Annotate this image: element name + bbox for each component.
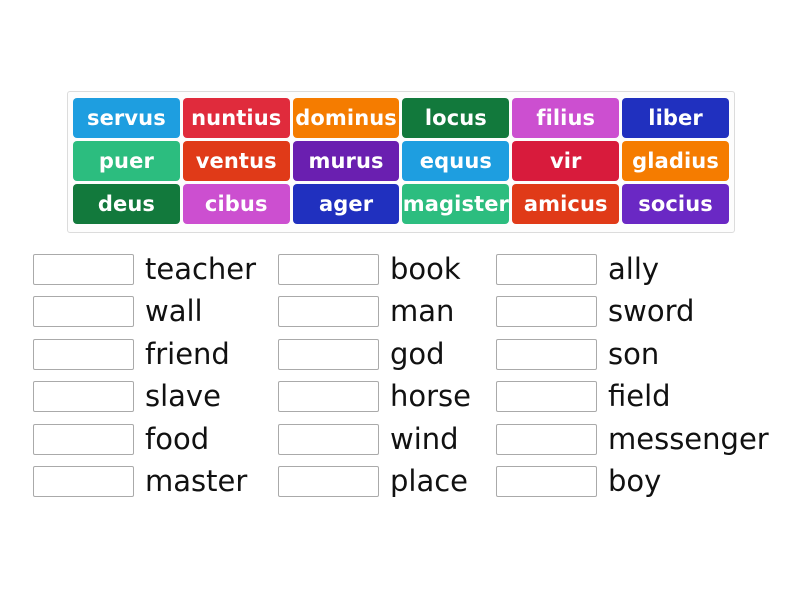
answer-label: field (608, 379, 671, 414)
answer-label: place (390, 464, 469, 499)
answer-row: boy (496, 461, 776, 504)
answer-label: ally (608, 251, 660, 286)
drop-target[interactable] (33, 296, 134, 328)
answer-row: son (496, 333, 776, 376)
answer-label: wall (145, 294, 203, 329)
word-tile[interactable]: cibus (182, 184, 290, 224)
word-tile[interactable]: deus (73, 184, 180, 224)
answer-column: teacher wall friend slave food master (33, 248, 278, 503)
answer-label: master (145, 464, 248, 499)
word-tile[interactable]: ventus (182, 141, 290, 181)
activity-stage: servus nuntius dominus locus filius libe… (0, 0, 800, 600)
answer-row: wind (278, 418, 496, 461)
drop-target[interactable] (496, 423, 597, 455)
answer-column: book man god horse wind place (278, 248, 496, 503)
answer-label: son (608, 336, 660, 371)
answer-label: wind (390, 421, 459, 456)
answer-label: boy (608, 464, 662, 499)
word-tile[interactable]: liber (622, 98, 729, 138)
drop-target[interactable] (496, 253, 597, 285)
word-tile[interactable]: magister (402, 184, 510, 224)
word-tile[interactable]: socius (622, 184, 729, 224)
answer-row: man (278, 291, 496, 334)
answer-row: field (496, 376, 776, 419)
answer-row: book (278, 248, 496, 291)
answer-label: book (390, 251, 461, 286)
drop-target[interactable] (33, 338, 134, 370)
answer-row: place (278, 461, 496, 504)
drop-target[interactable] (33, 381, 134, 413)
word-tile[interactable]: amicus (512, 184, 620, 224)
drop-target[interactable] (33, 253, 134, 285)
word-bank-row: puer ventus murus equus vir gladius (73, 141, 729, 181)
answer-label: messenger (608, 421, 769, 456)
answer-row: slave (33, 376, 278, 419)
drop-target[interactable] (496, 296, 597, 328)
drop-target[interactable] (496, 381, 597, 413)
word-tile[interactable]: nuntius (182, 98, 290, 138)
answer-row: teacher (33, 248, 278, 291)
drop-target[interactable] (33, 466, 134, 498)
word-tile[interactable]: dominus (292, 98, 400, 138)
drop-target[interactable] (496, 466, 597, 498)
word-tile[interactable]: servus (73, 98, 180, 138)
drop-target[interactable] (278, 381, 379, 413)
answer-row: sword (496, 291, 776, 334)
answer-row: horse (278, 376, 496, 419)
answer-label: man (390, 294, 455, 329)
answer-row: god (278, 333, 496, 376)
drop-target[interactable] (33, 423, 134, 455)
answer-label: friend (145, 336, 230, 371)
word-tile[interactable]: ager (292, 184, 400, 224)
answer-label: horse (390, 379, 471, 414)
word-tile[interactable]: gladius (622, 141, 729, 181)
answer-label: sword (608, 294, 695, 329)
word-tile[interactable]: vir (512, 141, 620, 181)
drop-target[interactable] (278, 466, 379, 498)
word-bank-row: deus cibus ager magister amicus socius (73, 184, 729, 224)
answer-row: friend (33, 333, 278, 376)
answer-row: food (33, 418, 278, 461)
answer-label: slave (145, 379, 221, 414)
word-tile[interactable]: filius (512, 98, 620, 138)
answer-area: teacher wall friend slave food master bo… (33, 248, 783, 503)
answer-row: ally (496, 248, 776, 291)
drop-target[interactable] (278, 338, 379, 370)
answer-row: master (33, 461, 278, 504)
drop-target[interactable] (278, 253, 379, 285)
answer-label: god (390, 336, 445, 371)
answer-row: messenger (496, 418, 776, 461)
answer-label: food (145, 421, 210, 456)
word-bank-row: servus nuntius dominus locus filius libe… (73, 98, 729, 138)
drop-target[interactable] (278, 296, 379, 328)
word-bank-panel: servus nuntius dominus locus filius libe… (67, 91, 735, 233)
word-tile[interactable]: murus (292, 141, 400, 181)
answer-label: teacher (145, 251, 257, 286)
word-tile[interactable]: locus (402, 98, 510, 138)
drop-target[interactable] (496, 338, 597, 370)
word-tile[interactable]: equus (402, 141, 510, 181)
answer-column: ally sword son field messenger boy (496, 248, 776, 503)
word-tile[interactable]: puer (73, 141, 180, 181)
answer-row: wall (33, 291, 278, 334)
drop-target[interactable] (278, 423, 379, 455)
